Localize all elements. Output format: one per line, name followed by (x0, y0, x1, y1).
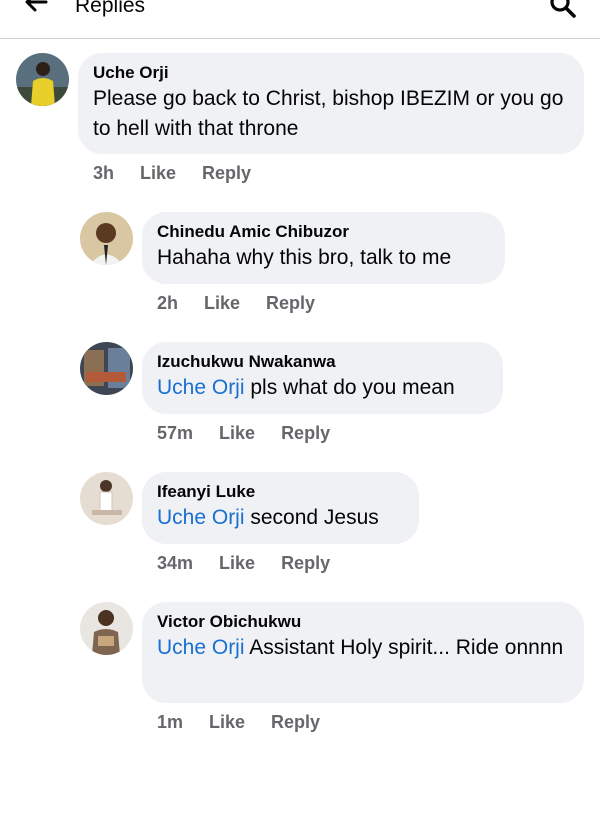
comment-author[interactable]: Chinedu Amic Chibuzor (157, 221, 490, 243)
reply-button[interactable]: Reply (271, 712, 320, 732)
mention-link[interactable]: Uche Orji (157, 636, 245, 659)
comment-actions: 2h Like Reply (157, 293, 341, 314)
like-button[interactable]: Like (219, 423, 255, 443)
like-button[interactable]: Like (209, 712, 245, 732)
comment-body: pls what do you mean (244, 376, 455, 399)
page-title: Replies (75, 0, 146, 17)
like-button[interactable]: Like (140, 163, 176, 183)
comment-text: Uche Orji pls what do you mean (157, 373, 488, 403)
comment-actions: 3h Like Reply (93, 163, 277, 184)
comment-time: 2h (157, 293, 179, 313)
reply-bubble: Victor Obichukwu Uche Orji Assistant Hol… (142, 602, 584, 703)
reply-bubble: Ifeanyi Luke Uche Orji second Jesus (142, 472, 419, 544)
avatar[interactable] (80, 212, 133, 265)
comment-bubble: Uche Orji Please go back to Christ, bish… (78, 53, 584, 154)
reply-button[interactable]: Reply (202, 163, 251, 183)
comment-text: Uche Orji second Jesus (157, 503, 404, 533)
comment-author[interactable]: Ifeanyi Luke (157, 481, 404, 503)
comment-author[interactable]: Victor Obichukwu (157, 611, 569, 633)
reply-bubble: Chinedu Amic Chibuzor Hahaha why this br… (142, 212, 505, 284)
mention-link[interactable]: Uche Orji (157, 376, 245, 399)
avatar[interactable] (80, 602, 133, 655)
comment-time: 57m (157, 423, 194, 443)
comment-time: 1m (157, 712, 184, 732)
reply-bubble: Izuchukwu Nwakanwa Uche Orji pls what do… (142, 342, 503, 414)
reply-button[interactable]: Reply (266, 293, 315, 313)
avatar[interactable] (80, 342, 133, 395)
comment-author[interactable]: Uche Orji (93, 62, 569, 84)
avatar[interactable] (80, 472, 133, 525)
comment-text: Uche Orji Assistant Holy spirit... Ride … (157, 633, 569, 663)
comment-actions: 1m Like Reply (157, 712, 346, 733)
comment-body: second Jesus (244, 506, 379, 529)
comment-body: Assistant Holy spirit... Ride onnnn (244, 636, 564, 659)
comment-text: Hahaha why this bro, talk to me (157, 246, 452, 269)
mention-link[interactable]: Uche Orji (157, 506, 245, 529)
comment-author[interactable]: Izuchukwu Nwakanwa (157, 351, 488, 373)
reply-button[interactable]: Reply (281, 423, 330, 443)
arrow-left-icon[interactable] (22, 0, 50, 16)
comment-actions: 34m Like Reply (157, 553, 356, 574)
avatar[interactable] (16, 53, 69, 106)
comment-actions: 57m Like Reply (157, 423, 356, 444)
like-button[interactable]: Like (204, 293, 240, 313)
top-bar: Replies (0, 0, 600, 39)
search-icon[interactable] (548, 0, 578, 20)
reply-button[interactable]: Reply (281, 553, 330, 573)
comment-time: 34m (157, 553, 194, 573)
like-button[interactable]: Like (219, 553, 255, 573)
comment-time: 3h (93, 163, 115, 183)
comment-text: Please go back to Christ, bishop IBEZIM … (93, 87, 564, 140)
